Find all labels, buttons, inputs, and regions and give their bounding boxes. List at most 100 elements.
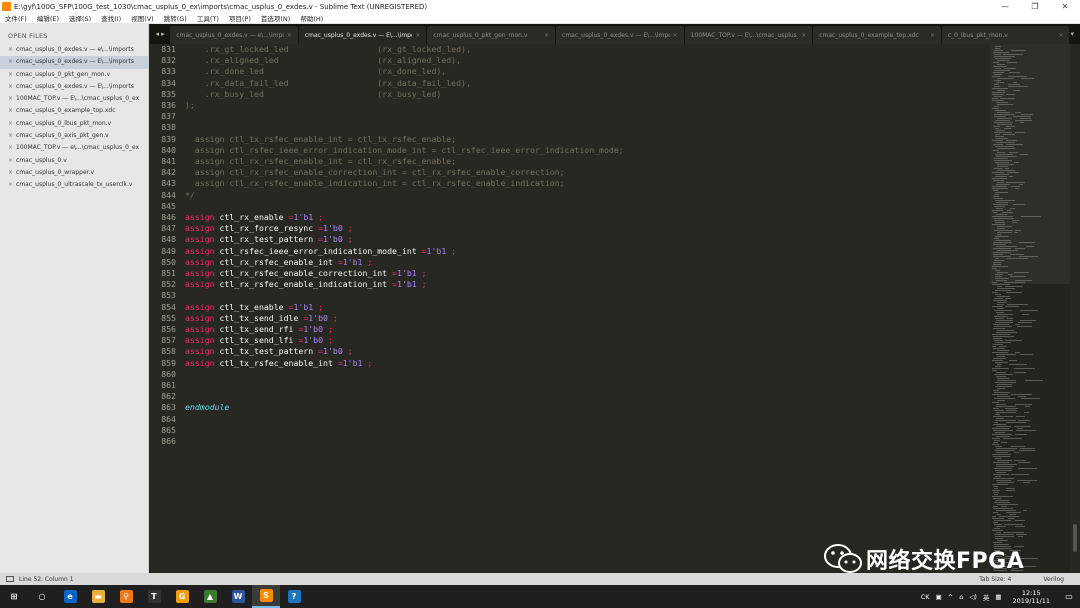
- minimap[interactable]: [990, 44, 1070, 573]
- minimap-line: [1015, 526, 1025, 527]
- minimap-line: [992, 140, 1003, 141]
- open-file-item[interactable]: × cmac_usplus_0_pkt_gen_mon.v: [0, 69, 148, 81]
- taskbar-button[interactable]: ○: [28, 585, 56, 608]
- code-token: assign ctl_rx_rsfec_enable_int = ctl_rx_…: [185, 156, 457, 166]
- minimap-line: [997, 228, 1005, 229]
- taskbar-button[interactable]: ▬: [84, 585, 112, 608]
- open-file-item[interactable]: × 100MAC_TOP.v — E\...\cmac_usplus_0_ex: [0, 93, 148, 105]
- code-token: assign: [185, 234, 215, 245]
- open-file-item[interactable]: × 100MAC_TOP.v — e\...\cmac_usplus_0_ex: [0, 142, 148, 154]
- close-file-icon[interactable]: ×: [8, 157, 13, 164]
- volume-icon[interactable]: ◁): [966, 593, 980, 601]
- tab-close-icon[interactable]: ×: [801, 32, 806, 39]
- menu-item[interactable]: 跳转(G): [159, 13, 192, 23]
- close-file-icon[interactable]: ×: [8, 144, 13, 151]
- editor-tab[interactable]: cmac_usplus_0_exdes.v — e\...\imports ×: [170, 26, 298, 44]
- menu-item[interactable]: 工具(T): [192, 13, 224, 23]
- taskbar-button[interactable]: ⊞: [0, 585, 28, 608]
- open-file-item[interactable]: × cmac_usplus_0_axis_pkt_gen.v: [0, 130, 148, 142]
- menu-bar: 文件(F) 编辑(E) 选择(S) 查找(I) 视图(V) 跳转(G) 工具(T) 项目(P)…: [0, 13, 1080, 24]
- tab-menu-chevron-down-icon[interactable]: ▾: [1070, 24, 1080, 44]
- taskbar-button[interactable]: S: [252, 585, 280, 608]
- close-file-icon[interactable]: ×: [8, 107, 13, 114]
- taskbar-button[interactable]: T: [140, 585, 168, 608]
- panel-toggle-icon[interactable]: [6, 576, 14, 582]
- close-file-icon[interactable]: ×: [8, 83, 13, 90]
- open-file-item[interactable]: × cmac_usplus_0_exdes.v — e\...\imports: [0, 44, 148, 56]
- close-button[interactable]: ✕: [1050, 0, 1080, 13]
- close-file-icon[interactable]: ×: [8, 120, 13, 127]
- minimap-line: [997, 482, 1014, 483]
- editor-tab[interactable]: cmac_usplus_0_example_top.xdc ×: [813, 26, 941, 44]
- tab-close-icon[interactable]: ×: [415, 32, 420, 39]
- open-file-item[interactable]: × cmac_usplus_0_example_top.xdc: [0, 105, 148, 117]
- tab-navigation-arrows-icon[interactable]: ◂ ▸: [150, 24, 170, 44]
- code-token: .rx_busy_led (rx_busy_led): [185, 88, 442, 99]
- open-file-item[interactable]: × cmac_usplus_0.v: [0, 155, 148, 167]
- menu-item[interactable]: 编辑(E): [32, 13, 64, 23]
- tray-expand-icon[interactable]: ^: [945, 593, 956, 601]
- taskbar-button[interactable]: e: [56, 585, 84, 608]
- open-file-item[interactable]: × cmac_usplus_0_exdes.v — E\...\imports: [0, 81, 148, 93]
- tray-app-icon[interactable]: ▣: [933, 593, 945, 601]
- keyboard-layout-icon[interactable]: ▦: [992, 593, 1004, 601]
- editor-tab[interactable]: cmac_usplus_0_exdes.v — E\...\imports ×: [298, 26, 427, 44]
- menu-item[interactable]: 文件(F): [0, 13, 32, 23]
- scrollbar-thumb[interactable]: [1073, 524, 1077, 552]
- editor-tab[interactable]: c_0_lbus_pkt_mon.v ×: [941, 26, 1070, 44]
- menu-item[interactable]: 帮助(H): [295, 13, 328, 23]
- code-token: ;: [327, 335, 333, 346]
- taskbar-clock[interactable]: 12:15 2019/11/11: [1005, 589, 1058, 605]
- minimap-line: [1015, 280, 1032, 281]
- network-icon[interactable]: ⌂: [956, 593, 966, 601]
- minimap-line: [994, 54, 1001, 55]
- tray-text[interactable]: CK: [918, 593, 933, 601]
- tab-close-icon[interactable]: ×: [287, 32, 292, 39]
- tab-close-icon[interactable]: ×: [544, 32, 549, 39]
- close-file-icon[interactable]: ×: [8, 58, 13, 65]
- editor-tab[interactable]: cmac_usplus_0_pkt_gen_mon.v ×: [427, 26, 556, 44]
- minimize-button[interactable]: —: [990, 0, 1020, 13]
- minimap-line: [1010, 208, 1015, 209]
- minimap-line: [1019, 256, 1038, 257]
- minimap-line: [994, 74, 1002, 75]
- input-method-indicator[interactable]: 英: [980, 592, 993, 602]
- menu-item[interactable]: 项目(P): [224, 13, 256, 23]
- close-file-icon[interactable]: ×: [8, 132, 13, 139]
- menu-item[interactable]: 查找(I): [96, 13, 126, 23]
- editor-tab[interactable]: 100MAC_TOP.v — E\...\cmac_usplus_0_ex×: [684, 26, 813, 44]
- sidebar: OPEN FILES × cmac_usplus_0_exdes.v — e\..…: [0, 24, 149, 573]
- open-file-item[interactable]: × cmac_usplus_0_ultrascale_tx_userclk.v: [0, 179, 148, 191]
- close-file-icon[interactable]: ×: [8, 46, 13, 53]
- taskbar-button[interactable]: G: [168, 585, 196, 608]
- code-editor[interactable]: 831 .rx_gt_locked_led (rx_gt_locked_led)…: [150, 44, 990, 573]
- open-file-item[interactable]: × cmac_usplus_0_lbus_pkt_mon.v: [0, 118, 148, 130]
- close-file-icon[interactable]: ×: [8, 71, 13, 78]
- menu-item[interactable]: 选择(S): [64, 13, 96, 23]
- open-file-item[interactable]: × cmac_usplus_0_exdes.v — E\...\imports: [0, 56, 148, 69]
- close-file-icon[interactable]: ×: [8, 169, 13, 176]
- open-file-item[interactable]: × cmac_usplus_0_wrapper.v: [0, 167, 148, 179]
- minimap-line: [1001, 506, 1007, 507]
- maximize-button[interactable]: ❐: [1020, 0, 1050, 13]
- taskbar-button[interactable]: ▲: [196, 585, 224, 608]
- minimap-line: [1026, 246, 1034, 247]
- tab-close-icon[interactable]: ×: [673, 32, 678, 39]
- taskbar-button[interactable]: W: [224, 585, 252, 608]
- vertical-scrollbar[interactable]: [1070, 44, 1080, 573]
- menu-item[interactable]: 首选项(N): [256, 13, 295, 23]
- syntax-indicator[interactable]: Verilog: [1027, 576, 1080, 583]
- tab-size-indicator[interactable]: Tab Size: 4: [963, 576, 1027, 583]
- editor-tab[interactable]: cmac_usplus_0_exdes.v — E\...\imports ×: [556, 26, 684, 44]
- line-number: 866: [161, 436, 176, 446]
- taskbar-button[interactable]: ?: [280, 585, 308, 608]
- notification-center-icon[interactable]: ▭: [1058, 585, 1080, 608]
- tab-close-icon[interactable]: ×: [930, 32, 935, 39]
- close-file-icon[interactable]: ×: [8, 181, 13, 188]
- minimap-line: [997, 364, 1002, 365]
- minimap-line: [994, 168, 1002, 169]
- menu-item[interactable]: 视图(V): [126, 13, 159, 23]
- tab-close-icon[interactable]: ×: [1058, 32, 1063, 39]
- taskbar-button[interactable]: ⚲: [112, 585, 140, 608]
- close-file-icon[interactable]: ×: [8, 95, 13, 102]
